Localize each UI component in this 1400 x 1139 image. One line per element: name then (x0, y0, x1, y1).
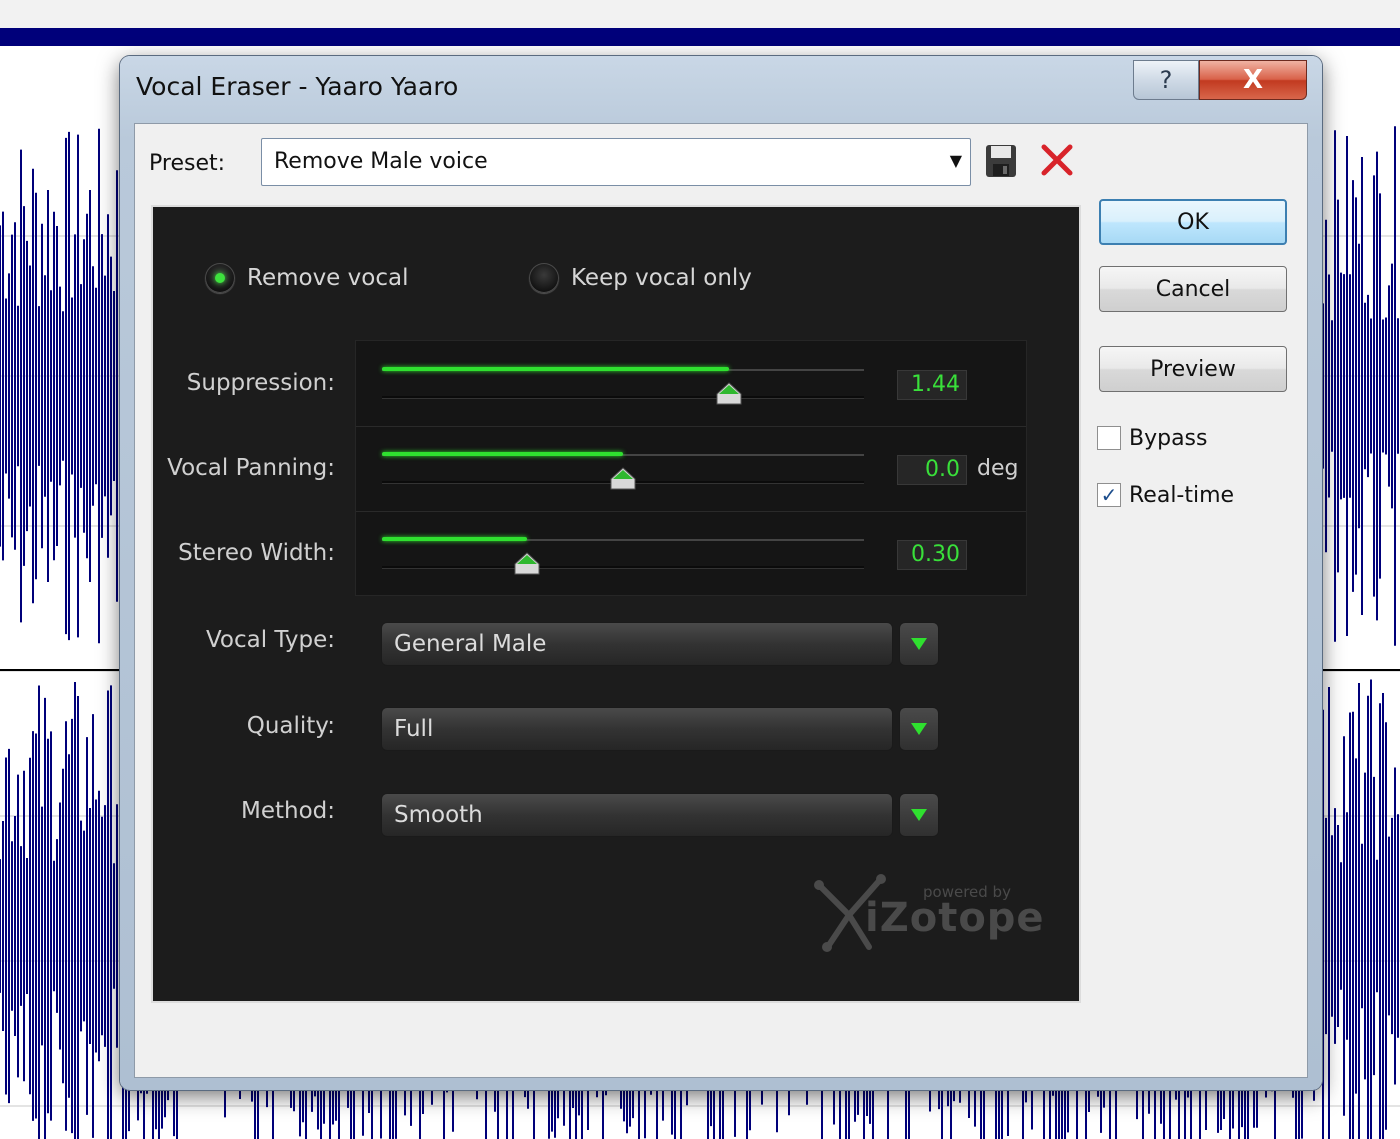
vocal-type-dropdown[interactable]: General Male (381, 622, 893, 666)
stereo-width-label: Stereo Width: (178, 540, 335, 566)
suppression-slider-rail (382, 396, 864, 399)
radio-selected-dot (215, 273, 225, 283)
delete-icon[interactable] (1039, 142, 1075, 178)
suppression-label: Suppression: (186, 370, 335, 396)
realtime-checkbox-row[interactable]: ✓ Real-time (1097, 479, 1234, 511)
vocal-panning-slider-thumb[interactable] (610, 467, 636, 491)
keep-vocal-radio[interactable]: Keep vocal only (529, 259, 752, 297)
preset-value: Remove Male voice (274, 149, 488, 174)
divider (356, 511, 1026, 512)
quality-label: Quality: (246, 713, 335, 739)
help-button[interactable]: ? (1133, 60, 1199, 100)
radio-button[interactable] (529, 263, 559, 293)
stereo-width-slider-rail (382, 566, 864, 569)
stereo-width-slider-thumb[interactable] (514, 552, 540, 576)
preset-dropdown[interactable]: Remove Male voice ▼ (261, 138, 971, 186)
vocal-eraser-dialog: Vocal Eraser - Yaaro Yaaro ? X Preset: R… (120, 56, 1322, 1090)
radio-button[interactable] (205, 263, 235, 293)
quality-dropdown-button[interactable] (899, 707, 939, 751)
help-icon: ? (1159, 66, 1173, 94)
stereo-width-value[interactable]: 0.30 (897, 540, 967, 570)
divider (356, 426, 1026, 427)
quality-dropdown[interactable]: Full (381, 707, 893, 751)
izotope-panel: Remove vocal Keep vocal only Suppression… (151, 205, 1081, 1003)
remove-vocal-radio[interactable]: Remove vocal (205, 259, 408, 297)
keep-vocal-label: Keep vocal only (571, 265, 752, 291)
chevron-down-icon: ▼ (949, 151, 962, 170)
dialog-client-area: Preset: Remove Male voice ▼ OK Cancel Pr… (134, 123, 1308, 1078)
method-label: Method: (240, 798, 335, 824)
preset-label: Preset: (149, 151, 226, 176)
realtime-label: Real-time (1129, 482, 1235, 508)
method-dropdown-button[interactable] (899, 793, 939, 837)
vocal-type-label: Vocal Type: (205, 627, 335, 653)
save-icon[interactable] (985, 144, 1017, 178)
vocal-panning-value[interactable]: 0.0 (897, 455, 967, 485)
realtime-checkbox[interactable]: ✓ (1097, 483, 1121, 507)
close-button[interactable]: X (1199, 60, 1307, 100)
suppression-slider-fill (382, 367, 729, 371)
ok-button[interactable]: OK (1099, 199, 1287, 245)
suppression-value[interactable]: 1.44 (897, 370, 967, 400)
bypass-checkbox[interactable] (1097, 426, 1121, 450)
bypass-label: Bypass (1129, 425, 1208, 451)
vocal-panning-unit: deg (977, 456, 1019, 481)
logo-name: iZotope (865, 895, 1045, 941)
vocal-panning-slider-fill (382, 452, 623, 456)
preview-button[interactable]: Preview (1099, 346, 1287, 392)
vocal-type-dropdown-button[interactable] (899, 622, 939, 666)
remove-vocal-label: Remove vocal (247, 265, 409, 291)
dropdown-triangle-icon (911, 809, 927, 821)
editor-title-bar (0, 28, 1400, 46)
method-dropdown[interactable]: Smooth (381, 793, 893, 837)
dropdown-triangle-icon (911, 723, 927, 735)
suppression-slider-thumb[interactable] (716, 382, 742, 406)
dropdown-triangle-icon (911, 638, 927, 650)
stereo-width-slider-fill (382, 537, 527, 541)
cancel-button[interactable]: Cancel (1099, 266, 1287, 312)
bypass-checkbox-row[interactable]: Bypass (1097, 422, 1207, 454)
editor-top-area (0, 0, 1400, 28)
close-icon: X (1242, 65, 1264, 95)
vocal-panning-label: Vocal Panning: (167, 455, 335, 481)
dialog-title: Vocal Eraser - Yaaro Yaaro (136, 72, 459, 101)
